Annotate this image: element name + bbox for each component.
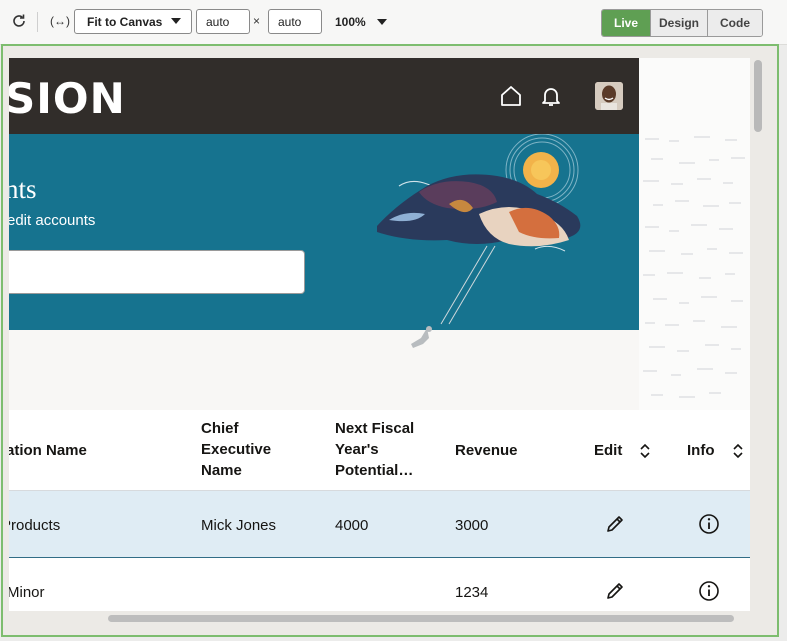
column-header-revenue[interactable]: Revenue	[455, 440, 518, 461]
toolbar-divider	[37, 12, 38, 32]
fit-mode-select[interactable]: Fit to Canvas	[74, 9, 192, 34]
cell-ceo: Mick Jones	[201, 517, 277, 534]
pencil-icon[interactable]	[604, 580, 626, 602]
hero-illustration-icon	[377, 134, 581, 325]
avatar[interactable]	[595, 82, 623, 110]
horizontal-scrollbar[interactable]	[108, 615, 734, 622]
table-row[interactable]: Minor 1234	[9, 558, 750, 611]
pencil-icon[interactable]	[604, 513, 626, 535]
search-input[interactable]	[9, 250, 305, 294]
swing-figure-icon	[411, 326, 432, 348]
info-icon[interactable]	[698, 580, 720, 602]
fit-width-icon[interactable]: (↔)	[48, 11, 72, 31]
cell-revenue: 1234	[455, 584, 489, 601]
mode-code-button[interactable]: Code	[708, 10, 762, 36]
page-title: nts	[9, 174, 37, 204]
column-header-ceo[interactable]: Chief Executive Name	[201, 418, 297, 481]
chevron-down-icon	[171, 18, 181, 24]
column-header-potential[interactable]: Next Fiscal Year's Potential…	[335, 418, 429, 481]
column-header-info[interactable]: Info	[687, 440, 715, 461]
mode-design-button[interactable]: Design	[651, 10, 708, 36]
height-input[interactable]: auto	[268, 9, 322, 34]
app-brand-logo: SION	[9, 74, 126, 123]
dimension-separator: ×	[253, 14, 261, 28]
refresh-icon[interactable]	[9, 11, 29, 31]
app-header: SION	[9, 58, 639, 134]
hero-banner: nts edit accounts	[9, 134, 639, 330]
sort-icon[interactable]	[733, 443, 743, 459]
page-subtitle: edit accounts	[9, 212, 96, 229]
zoom-level[interactable]: 100%	[335, 15, 366, 29]
column-header-name[interactable]: ation Name	[9, 440, 87, 461]
content-spacer	[9, 326, 639, 410]
home-icon[interactable]	[499, 84, 523, 108]
vertical-scrollbar[interactable]	[754, 60, 762, 132]
info-icon[interactable]	[698, 513, 720, 535]
cell-revenue: 3000	[455, 517, 489, 534]
width-input[interactable]: auto	[196, 9, 250, 34]
mode-live-button[interactable]: Live	[602, 10, 651, 36]
table-header: ation Name Chief Executive Name Next Fis…	[9, 410, 750, 490]
column-header-edit[interactable]: Edit	[594, 440, 622, 461]
cell-name: Products	[9, 517, 61, 534]
page-background-pattern	[639, 58, 750, 410]
cell-potential: 4000	[335, 517, 369, 534]
fit-mode-value: Fit to Canvas	[87, 14, 163, 29]
app-preview: SION nts edit accounts ation Name Chief …	[9, 58, 750, 611]
zoom-chevron-down-icon[interactable]	[377, 19, 387, 25]
cell-name: Minor	[9, 584, 45, 601]
view-mode-switch: Live Design Code	[601, 9, 763, 37]
table-row[interactable]: Products Mick Jones 4000 3000	[9, 490, 750, 558]
preview-toolbar: (↔) Fit to Canvas auto × auto 100% Live …	[0, 0, 787, 45]
bell-icon[interactable]	[539, 84, 563, 108]
sort-icon[interactable]	[640, 443, 650, 459]
